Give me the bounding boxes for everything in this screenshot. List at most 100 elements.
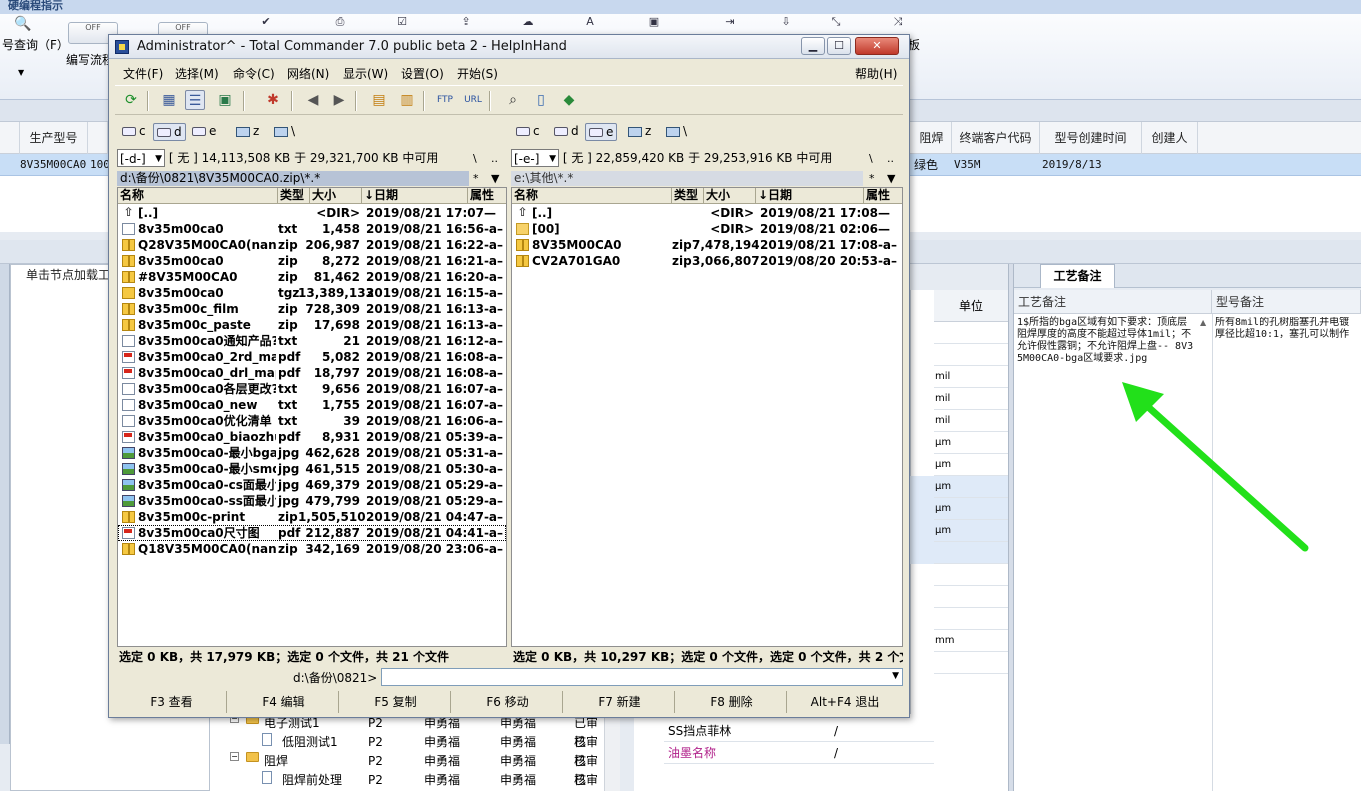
file-row[interactable]: 8v35m00ca0通知产品?.. txt 21 2019/08/21 16:12-a… <box>118 333 506 349</box>
menu-select[interactable]: 选择(M) <box>175 65 219 82</box>
menu-command[interactable]: 命令(C) <box>233 65 275 82</box>
drive-button-d[interactable]: d <box>551 123 582 141</box>
forward-icon[interactable]: ▶ <box>329 90 349 110</box>
col-header-model[interactable]: 生产型号 <box>20 122 88 154</box>
drive-button-network[interactable]: \ <box>271 123 298 141</box>
drive-button-e[interactable]: e <box>189 123 219 141</box>
menu-network[interactable]: 网络(N) <box>287 65 329 82</box>
col-header-solder-mask[interactable]: 阻焊 <box>912 122 952 154</box>
f4-edit-button[interactable]: F4 编辑 <box>229 691 339 713</box>
alt-f4-exit-button[interactable]: Alt+F4 退出 <box>789 691 901 713</box>
check-icon[interactable]: ✔ <box>258 16 274 28</box>
ftp-icon[interactable]: FTP <box>435 90 455 110</box>
file-row[interactable]: 8v35m00ca0-最小smd jpg 461,515 2019/08/21 05:… <box>118 461 506 477</box>
command-line-input[interactable] <box>381 668 903 686</box>
root-button[interactable]: \ <box>869 151 873 166</box>
col-header-size[interactable]: 大小 <box>704 188 756 204</box>
file-row[interactable]: 8v35m00ca0-最小bga jpg 462,628 2019/08/21 05:… <box>118 445 506 461</box>
invert-selection-icon[interactable]: ✱ <box>263 90 283 110</box>
url-icon[interactable]: URL <box>463 90 483 110</box>
right-drive-combo[interactable]: [-e-] <box>511 149 559 168</box>
filter-button[interactable]: * <box>869 171 875 186</box>
col-header-ext[interactable]: 类型 <box>672 188 704 204</box>
col-header-ext[interactable]: 类型 <box>278 188 310 204</box>
root-button[interactable]: \ <box>473 151 477 166</box>
drive-button-d[interactable]: d <box>153 123 186 141</box>
f8-delete-button[interactable]: F8 删除 <box>677 691 787 713</box>
file-row[interactable]: 8v35m00ca0-ss面最小.. jpg 479,799 2019/08/21 0… <box>118 493 506 509</box>
menu-settings[interactable]: 设置(O) <box>401 65 444 82</box>
history-dropdown-icon[interactable]: ▼ <box>887 171 895 186</box>
shuffle-icon[interactable]: ⤨ <box>890 16 906 28</box>
pack-icon[interactable]: ▤ <box>369 90 389 110</box>
file-row[interactable]: 8v35m00c_paste zip 17,698 2019/08/21 16:13-… <box>118 317 506 333</box>
tab-process-notes[interactable]: 工艺备注 <box>1040 264 1115 288</box>
menu-start[interactable]: 开始(S) <box>457 65 498 82</box>
process-note-text[interactable]: 1$所指的bga区域有如下要求：顶底层阻焊厚度的高度不能超过导体1mil；不允许… <box>1017 317 1197 365</box>
file-row[interactable]: 8v35m00ca0_2rd_map pdf 5,082 2019/08/21 16:… <box>118 349 506 365</box>
history-dropdown-icon[interactable]: ▼ <box>491 171 499 186</box>
left-collapse-tab[interactable] <box>0 264 10 744</box>
file-row[interactable]: ⇧ [..] <DIR> 2019/08/21 17:07— <box>118 205 506 221</box>
f5-copy-button[interactable]: F5 复制 <box>341 691 451 713</box>
file-row[interactable]: 8v35m00ca0各层更改?.. txt 9,656 2019/08/21 16:0… <box>118 381 506 397</box>
tree-row[interactable]: 低阻测试1 P2 申勇福 申勇福 已审核 <box>210 733 620 768</box>
tree-scrollbar[interactable] <box>604 714 620 791</box>
detailed-view-icon[interactable]: ☰ <box>185 90 205 110</box>
drive-button-z[interactable]: z <box>233 123 262 141</box>
app-icon[interactable] <box>115 40 129 54</box>
drive-button-e[interactable]: e <box>585 123 618 141</box>
minimize-icon[interactable]: ▁ <box>801 37 825 55</box>
file-row[interactable]: ⇧ [..] <DIR> 2019/08/21 17:08— <box>512 205 902 221</box>
search-icon[interactable]: 🔍 <box>14 16 31 32</box>
left-drive-combo[interactable]: [-d-] <box>117 149 165 168</box>
col-header-created[interactable]: 型号创建时间 <box>1040 122 1142 154</box>
unpack-icon[interactable]: ▥ <box>397 90 417 110</box>
file-row[interactable]: 8v35m00c-print zip 1,505,510 2019/08/21 04:… <box>118 509 506 525</box>
col-header-date[interactable]: ↓日期 <box>362 188 468 204</box>
login-icon[interactable]: ⇥ <box>722 16 738 28</box>
upload-icon[interactable]: ⇪ <box>458 16 474 28</box>
tree-row[interactable]: − 阻焊 P2 申勇福 申勇福 已审核 <box>210 752 620 787</box>
col-header-name[interactable]: 名称 <box>118 188 278 204</box>
font-icon[interactable]: A <box>582 16 598 28</box>
left-current-path[interactable]: d:\备份\0821\8V35M00CA0.zip\*.* <box>117 171 469 186</box>
col-header-creator[interactable]: 创建人 <box>1142 122 1198 154</box>
filter-button[interactable]: * <box>473 171 479 186</box>
file-row[interactable]: 8v35m00ca0优化清单 txt 39 2019/08/21 16:06-a– <box>118 413 506 429</box>
file-row[interactable]: [00] <DIR> 2019/08/21 02:06— <box>512 221 902 237</box>
menu-file[interactable]: 文件(F) <box>123 65 163 82</box>
col-header-process-note[interactable]: 工艺备注 <box>1014 290 1212 314</box>
col-header-date[interactable]: ↓日期 <box>756 188 864 204</box>
f6-move-button[interactable]: F6 移动 <box>453 691 563 713</box>
model-note-text[interactable]: 所有8mil的孔树脂塞孔并电镀 厚径比超10:1，塞孔可以制作 <box>1215 317 1361 343</box>
f7-new-folder-button[interactable]: F7 新建 <box>565 691 675 713</box>
file-row[interactable]: 8v35m00ca0_biaozhu pdf 8,931 2019/08/21 05:… <box>118 429 506 445</box>
print-icon[interactable]: ⎙ <box>332 16 348 28</box>
file-row[interactable]: 8v35m00ca0 txt 1,458 2019/08/21 16:56-a– <box>118 221 506 237</box>
maximize-icon[interactable]: ☐ <box>827 37 851 55</box>
tree-row[interactable]: 阻焊前处理 P2 申勇福 申勇福 已审核 <box>210 771 620 790</box>
menu-view[interactable]: 显示(W) <box>343 65 388 82</box>
left-file-panel[interactable]: 名称 类型 大小 ↓日期 属性 ⇧ [..] <DIR> 2019/08/21 17:… <box>117 187 507 647</box>
back-icon[interactable]: ◀ <box>303 90 323 110</box>
close-icon[interactable]: ✕ <box>855 37 899 55</box>
file-row[interactable]: 8V35M00CA0 zip 7,478,194 2019/08/21 17:08-a… <box>512 237 902 253</box>
file-row[interactable]: CV2A701GA0 zip 3,066,807 2019/08/20 20:53-a… <box>512 253 902 269</box>
file-row[interactable]: Q18V35M00CA0(nanm..zip 342,169 2019/08/20 … <box>118 541 506 557</box>
image-icon[interactable]: ▣ <box>646 16 662 28</box>
file-row[interactable]: 8v35m00ca0尺寸图 pdf 212,887 2019/08/21 04:41-… <box>118 525 506 541</box>
shrink-icon[interactable]: ⤡ <box>828 16 844 28</box>
drive-button-c[interactable]: c <box>119 123 149 141</box>
col-header-model-note[interactable]: 型号备注 <box>1212 290 1361 314</box>
right-current-path[interactable]: e:\其他\*.* <box>511 171 863 186</box>
col-header-size[interactable]: 大小 <box>310 188 362 204</box>
col-header-name[interactable]: 名称 <box>512 188 672 204</box>
file-row[interactable]: 8v35m00ca0-cs面最小.. jpg 469,379 2019/08/21 0… <box>118 477 506 493</box>
col-header-num[interactable] <box>88 122 108 154</box>
drive-button-c[interactable]: c <box>513 123 543 141</box>
sync-icon[interactable]: ◆ <box>559 90 579 110</box>
file-row[interactable]: 8v35m00ca0_drl_map pdf 18,797 2019/08/21 16… <box>118 365 506 381</box>
cloud-icon[interactable]: ☁ <box>520 16 536 28</box>
property-row[interactable]: 油墨名称 / <box>664 742 934 764</box>
